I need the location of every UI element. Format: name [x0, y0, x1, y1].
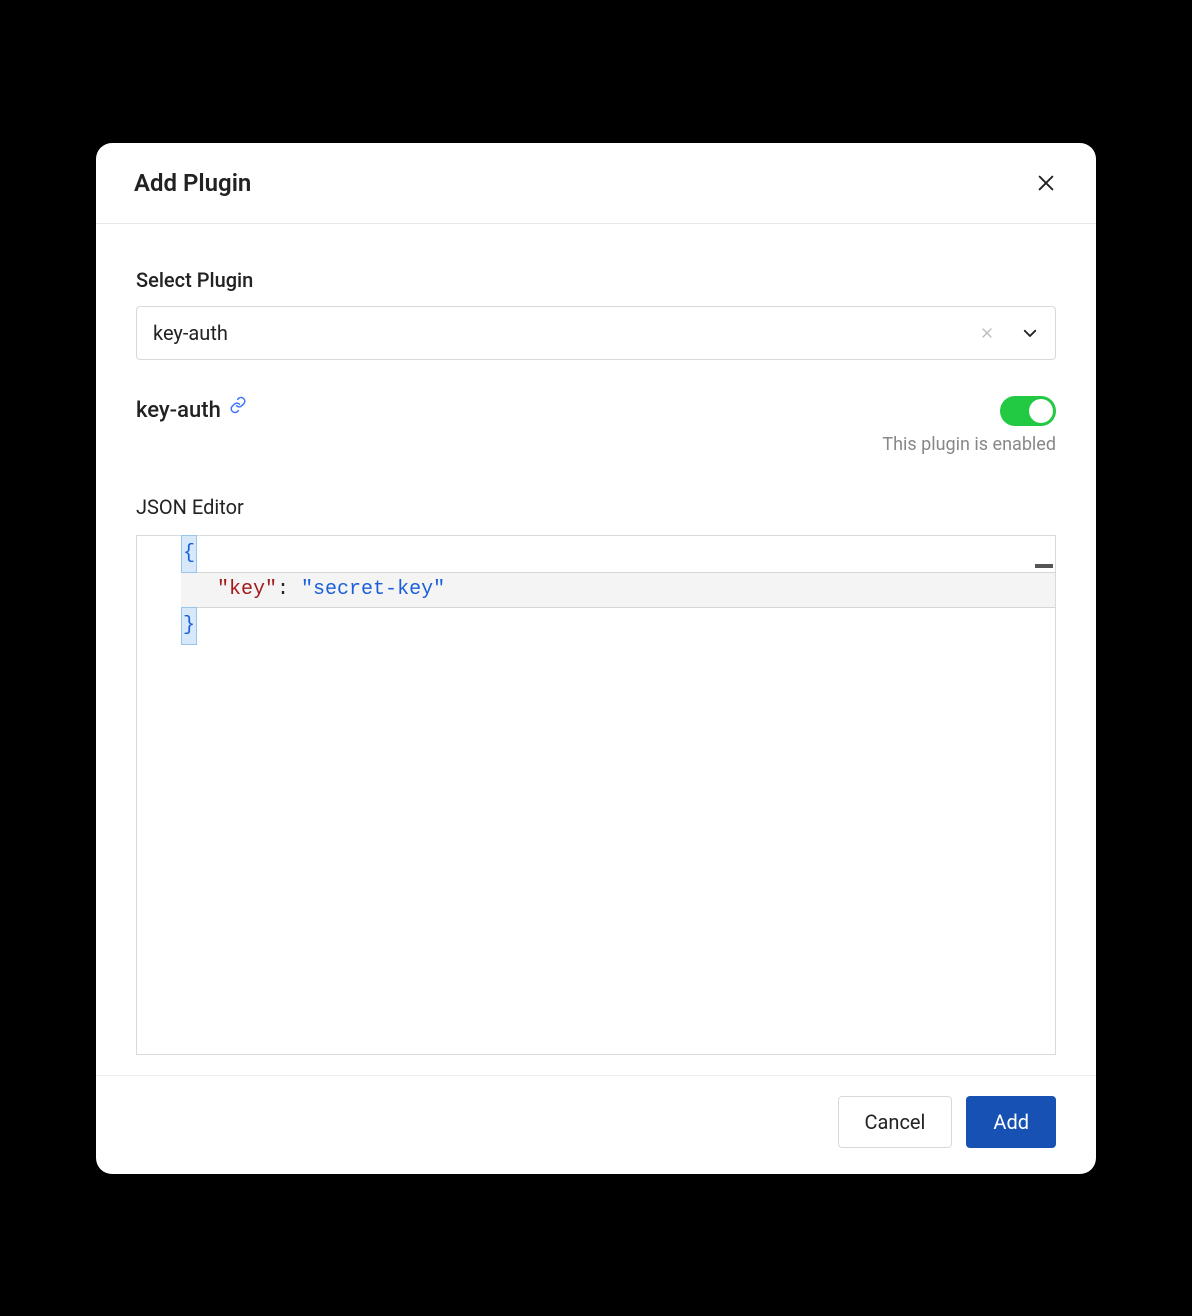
json-editor[interactable]: { "key" : "secret-key" } — [136, 535, 1056, 1055]
editor-gutter — [137, 536, 181, 1054]
modal-header: Add Plugin — [96, 143, 1096, 224]
plugin-title-row: key-auth — [136, 396, 1056, 426]
link-icon[interactable] — [229, 396, 247, 414]
editor-code-area[interactable]: { "key" : "secret-key" } — [181, 536, 1055, 1054]
add-plugin-modal: Add Plugin Select Plugin key-auth — [96, 143, 1096, 1174]
code-line: } — [181, 608, 1055, 644]
cancel-button[interactable]: Cancel — [838, 1096, 953, 1148]
close-icon[interactable] — [1034, 171, 1058, 195]
chevron-down-icon — [1021, 324, 1039, 342]
modal-body: Select Plugin key-auth key-auth — [96, 224, 1096, 1075]
plugin-name: key-auth — [136, 398, 247, 423]
json-colon: : — [277, 572, 301, 608]
add-button[interactable]: Add — [966, 1096, 1056, 1148]
brace-close: } — [181, 607, 197, 645]
toggle-knob — [1029, 399, 1053, 423]
plugin-name-text: key-auth — [136, 398, 221, 423]
code-line: "key" : "secret-key" — [181, 572, 1055, 608]
enabled-toggle[interactable] — [1000, 396, 1056, 426]
clear-icon[interactable] — [977, 323, 997, 343]
brace-open: { — [181, 535, 197, 573]
code-line: { — [181, 536, 1055, 572]
plugin-select[interactable]: key-auth — [136, 306, 1056, 360]
modal-title: Add Plugin — [134, 169, 251, 197]
json-string: "secret-key" — [301, 572, 445, 608]
modal-footer: Cancel Add — [96, 1075, 1096, 1174]
json-key: "key" — [217, 572, 277, 608]
select-plugin-label: Select Plugin — [136, 268, 1056, 292]
json-editor-label: JSON Editor — [136, 495, 1056, 519]
scroll-indicator — [1035, 564, 1053, 568]
enabled-hint: This plugin is enabled — [136, 434, 1056, 455]
plugin-select-value: key-auth — [153, 321, 977, 345]
